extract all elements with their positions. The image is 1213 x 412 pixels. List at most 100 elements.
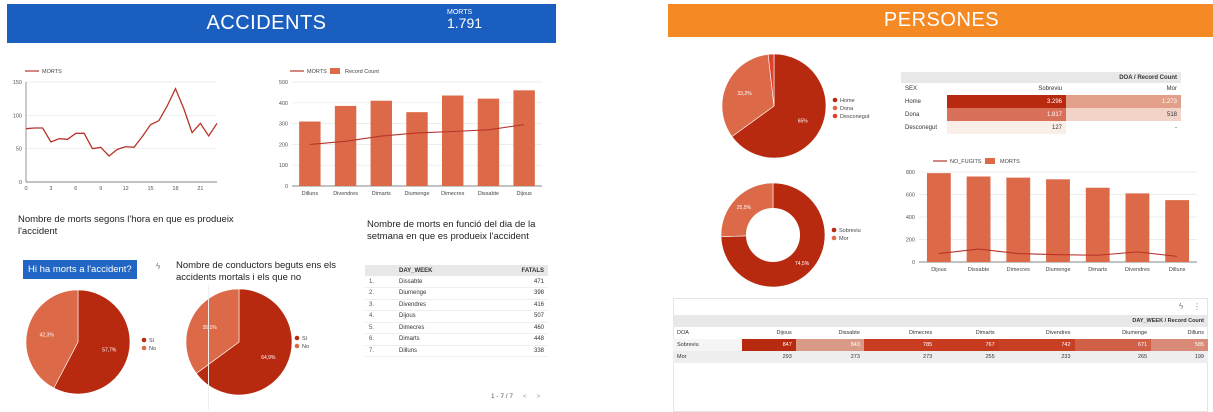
legend-label-s-: Sí	[149, 338, 155, 344]
x-tick-label: Dissabte	[968, 267, 989, 273]
y-tick-label: 600	[906, 193, 915, 199]
x-tick-label: Dijous	[516, 191, 532, 197]
row-index: 7.	[369, 347, 375, 354]
next-page-icon[interactable]: >	[536, 393, 540, 400]
x-tick-label: Divendres	[1125, 267, 1150, 273]
table-row[interactable]: 6. Dimarts 448	[365, 334, 548, 345]
legend-label-dona: Dona	[840, 106, 854, 112]
row-sobreviu: 1.817	[947, 108, 1066, 121]
x-tick-label: 21	[197, 186, 203, 192]
row-value: 767	[936, 339, 999, 351]
day-header-dijous[interactable]: Dijous	[742, 327, 796, 339]
table-header-fatals[interactable]: FATALS	[483, 265, 548, 276]
y-tick-label: 500	[279, 80, 288, 86]
row-fatals: 416	[533, 301, 544, 308]
row-sex: Desconegut	[905, 124, 938, 131]
row-index: 6.	[369, 336, 375, 343]
x-tick-label: Diumenge	[404, 191, 429, 197]
row-sex: Home	[905, 98, 922, 105]
row-doa: Sobreviu	[677, 342, 699, 348]
y-tick-label: 50	[16, 147, 22, 153]
legend-label-morts: MORTS	[42, 69, 62, 75]
day-header-diumenge[interactable]: Diumenge	[1075, 327, 1152, 339]
persones-title: PERSONES	[883, 9, 1000, 31]
row-value: 265	[1137, 354, 1148, 360]
slice-label: 35,1%	[203, 325, 218, 331]
table-row[interactable]: Desconegut 127-	[901, 121, 1181, 134]
bar-diumenge	[1046, 179, 1070, 262]
x-tick-label: Divendres	[333, 191, 358, 197]
panel-divider	[208, 285, 209, 410]
accidents-title: ACCIDENTS	[206, 12, 327, 34]
hour-chart-caption: Nombre de morts segons l'hora en que es …	[18, 214, 234, 237]
bar-dimecres	[1006, 177, 1031, 262]
lightning-icon[interactable]: ϟ	[156, 262, 160, 271]
table-row[interactable]: Sobreviu 847 843 785 767 742 671 585	[673, 339, 1208, 351]
day-header-dimecres[interactable]: Dimecres	[864, 327, 936, 339]
table-row[interactable]: 3. Divendres 416	[365, 299, 548, 311]
doa-donut-chart: 74,5% 25,5% Sobreviu Mor	[720, 182, 861, 288]
row-day: Dissabte	[399, 278, 423, 285]
row-value: 273	[923, 354, 933, 360]
row-value: 847	[741, 339, 796, 351]
legend-label-s-: Sí	[302, 336, 308, 342]
sex-table-header-row: SEX Sobreviu Mor	[901, 83, 1181, 95]
row-value: 742	[998, 339, 1075, 351]
y-tick-label: 100	[279, 163, 288, 169]
x-tick-label: Dimarts	[372, 191, 391, 197]
legend-label-record-count: Record Count	[345, 69, 379, 75]
y-tick-label: 0	[912, 260, 915, 266]
bar-dimarts	[1085, 187, 1110, 262]
legend-dot-dona	[832, 105, 838, 111]
row-index: 4.	[369, 313, 375, 320]
table-row[interactable]: 4. Dijous 507	[365, 311, 548, 322]
y-tick-label: 400	[279, 101, 288, 107]
slice-label: 57,7%	[102, 348, 117, 354]
sex-header[interactable]: SEX	[901, 83, 947, 95]
day-header-dilluns[interactable]: Dilluns	[1151, 327, 1208, 339]
table-header-index	[365, 265, 395, 276]
lightning-icon-right[interactable]: ϟ	[1179, 302, 1183, 311]
x-tick-label: Dimecres	[441, 191, 464, 197]
table-row[interactable]: 1. Dissabte 471	[365, 276, 548, 288]
row-mor: 518	[1066, 108, 1181, 121]
legend-label-no: No	[302, 344, 309, 350]
row-index: 1.	[369, 278, 375, 285]
prev-page-icon[interactable]: <	[523, 393, 527, 400]
slice-label: 64,9%	[261, 355, 276, 361]
day-header-dissabte[interactable]: Dissabte	[796, 327, 864, 339]
legend-dot-s-	[294, 335, 300, 341]
row-day: Dimecres	[399, 324, 425, 331]
legend-label-sobreviu: Sobreviu	[839, 228, 861, 234]
table-pager: 1 - 7 / 7 < >	[491, 393, 540, 400]
doa-header[interactable]: DOA	[673, 327, 742, 339]
x-tick-label: 0	[24, 186, 27, 192]
more-options-icon[interactable]: ⋮	[1193, 302, 1201, 311]
legend-swatch-record-count	[330, 68, 340, 74]
legend-dot-sobreviu	[831, 227, 837, 233]
donut-hole	[745, 207, 801, 263]
x-tick-label: 6	[74, 186, 77, 192]
doa-table-header-row: DOA Dijous Dissabte Dimecres Dimarts Divendre…	[673, 327, 1208, 339]
row-day: Dilluns	[399, 347, 418, 354]
day-header-divendres[interactable]: Divendres	[999, 327, 1075, 339]
day-week-fatals-table: DAY_WEEK FATALS 1. Dissabte 471 2. Diumenge 3…	[365, 265, 548, 357]
y-tick-label: 800	[906, 170, 915, 176]
x-tick-label: 18	[172, 186, 178, 192]
doa-day-week-table: DAY_WEEK / Record Count DOA Dijous Dissabt…	[673, 315, 1208, 363]
day-header-dimarts[interactable]: Dimarts	[936, 327, 998, 339]
table-row[interactable]: 7. Dilluns 338	[365, 345, 548, 357]
table-row[interactable]: Home 3.296 1.273	[901, 95, 1181, 108]
bar-diumenge	[406, 112, 428, 186]
row-fatals: 471	[533, 278, 544, 285]
mor-header[interactable]: Mor	[1066, 83, 1181, 95]
row-day: Divendres	[399, 301, 427, 308]
deaths-by-hour-line-chart: MORTS 0 50 100 150 0 3 6 9 12 15 18 21	[13, 69, 218, 192]
sobreviu-header[interactable]: Sobreviu	[947, 83, 1066, 95]
table-header-day[interactable]: DAY_WEEK	[395, 265, 483, 276]
table-row[interactable]: 2. Diumenge 398	[365, 288, 548, 299]
table-row[interactable]: 5. Dimecres 460	[365, 322, 548, 334]
table-row[interactable]: Dona 1.817 518	[901, 108, 1181, 121]
table-row[interactable]: Mor 293 273 273 255 233 265 199	[673, 351, 1208, 363]
legend-label-no: No	[149, 346, 156, 352]
